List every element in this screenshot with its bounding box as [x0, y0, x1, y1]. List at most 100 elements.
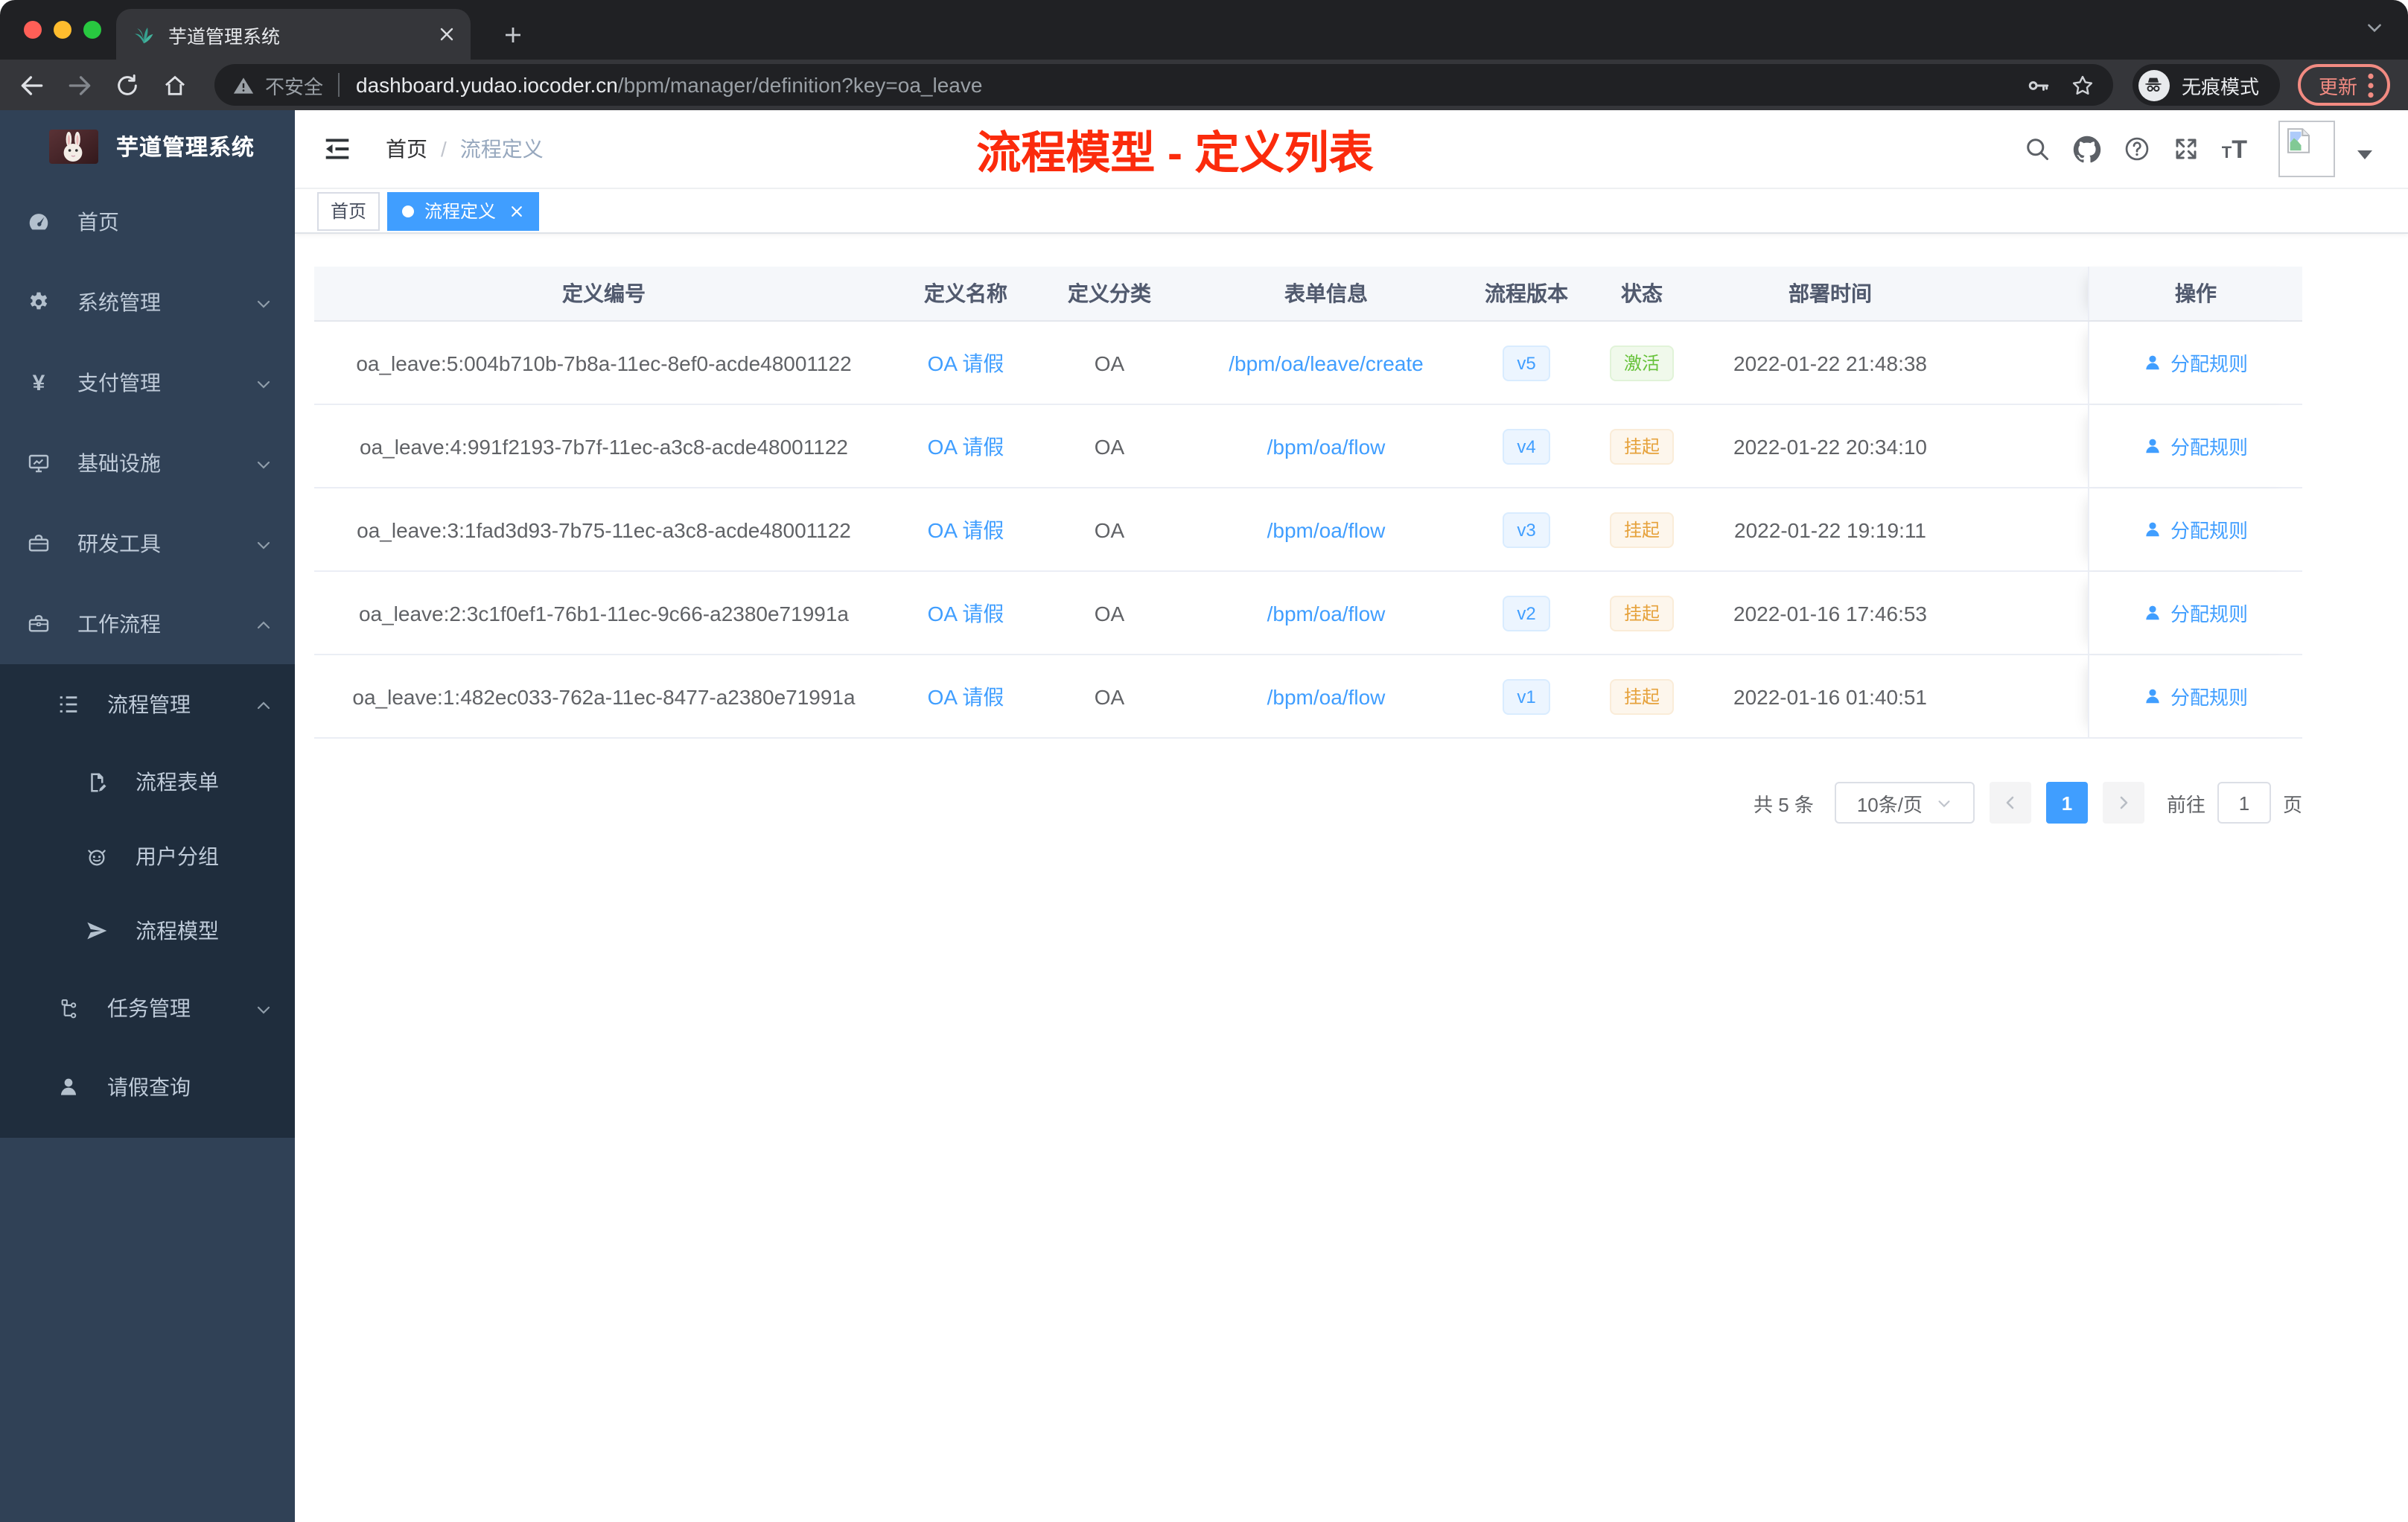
- sidebar-item-payment[interactable]: ¥ 支付管理: [0, 343, 295, 423]
- definition-id: oa_leave:3:1fad3d93-7b75-11ec-a3c8-acde4…: [357, 518, 851, 541]
- zoom-window-button[interactable]: [83, 21, 101, 39]
- version-badge: v1: [1502, 678, 1551, 714]
- chevron-down-icon: [1936, 795, 1952, 811]
- assign-rule-link[interactable]: 分配规则: [2144, 682, 2248, 710]
- forward-button[interactable]: [57, 63, 101, 107]
- goto-label: 前往: [2166, 793, 2205, 815]
- definition-category: OA: [1094, 518, 1125, 541]
- deploy-time: 2022-01-22 21:48:38: [1733, 351, 1927, 375]
- browser-menu-dots-icon[interactable]: [2368, 72, 2374, 98]
- monitor-icon: [27, 451, 51, 475]
- col-header-process-version: 流程版本: [1485, 281, 1568, 305]
- browser-update-button[interactable]: 更新: [2297, 64, 2390, 106]
- assign-rule-link[interactable]: 分配规则: [2144, 348, 2248, 377]
- new-tab-button[interactable]: [491, 13, 533, 55]
- address-bar[interactable]: 不安全 dashboard.yudao.iocoder.cn/bpm/manag…: [214, 64, 2113, 106]
- version-badge: v5: [1502, 345, 1551, 380]
- not-secure-warning-icon[interactable]: [232, 74, 255, 96]
- sidebar-item-task-management[interactable]: 任务管理: [0, 968, 295, 1048]
- org-tree-icon: [57, 997, 80, 1019]
- logo-rabbit-image: [49, 129, 98, 163]
- prev-page-button[interactable]: [1989, 782, 2031, 824]
- user-icon: [2147, 439, 2160, 453]
- close-window-button[interactable]: [24, 21, 42, 39]
- tag-home[interactable]: 首页: [317, 191, 380, 230]
- sidebar-item-user-group[interactable]: 用户分组: [0, 819, 295, 894]
- tab-search-chevron-icon[interactable]: [2365, 18, 2384, 45]
- user-icon: [2147, 689, 2160, 704]
- reload-button[interactable]: [104, 63, 149, 107]
- definition-name-link[interactable]: OA 请假: [928, 431, 1004, 461]
- definition-category: OA: [1094, 434, 1125, 458]
- form-info-link[interactable]: /bpm/oa/flow: [1267, 518, 1386, 541]
- workflow-submenu: 流程管理 流程表单 用户分组 流程模型 任务管理 请假查询: [0, 664, 295, 1138]
- assign-rule-link[interactable]: 分配规则: [2144, 432, 2248, 460]
- font-size-icon[interactable]: TT: [2222, 136, 2247, 162]
- tab-close-icon[interactable]: [438, 25, 456, 43]
- definition-id: oa_leave:4:991f2193-7b7f-11ec-a3c8-acde4…: [360, 434, 848, 458]
- definition-name-link[interactable]: OA 请假: [928, 598, 1004, 628]
- sidebar-item-process-management[interactable]: 流程管理: [0, 664, 295, 745]
- breadcrumb: 首页 / 流程定义: [386, 134, 544, 164]
- chevron-down-icon: [255, 535, 273, 558]
- github-icon[interactable]: [2073, 135, 2101, 163]
- page-size-select[interactable]: 10条/页: [1834, 782, 1975, 824]
- not-secure-label[interactable]: 不安全: [265, 71, 323, 99]
- help-question-icon[interactable]: [2124, 136, 2150, 162]
- assign-rule-link[interactable]: 分配规则: [2144, 599, 2248, 627]
- key-icon[interactable]: [2025, 72, 2051, 98]
- version-badge: v2: [1502, 595, 1551, 631]
- user-icon: [57, 1075, 80, 1099]
- table-row: oa_leave:5:004b710b-7b8a-11ec-8ef0-acde4…: [314, 322, 2302, 405]
- bookmark-star-icon[interactable]: [2070, 72, 2095, 98]
- chevron-up-icon: [255, 695, 273, 719]
- sidebar-item-process-model[interactable]: 流程模型: [0, 894, 295, 968]
- sidebar-item-infrastructure[interactable]: 基础设施: [0, 423, 295, 503]
- sidebar-item-process-form[interactable]: 流程表单: [0, 745, 295, 819]
- form-info-link[interactable]: /bpm/oa/flow: [1267, 601, 1386, 625]
- next-page-button[interactable]: [2102, 782, 2144, 824]
- definition-category: OA: [1094, 351, 1125, 375]
- yen-icon: ¥: [32, 370, 45, 395]
- status-badge: 挂起: [1610, 512, 1673, 547]
- tab-strip: 芋道管理系统: [0, 0, 2408, 60]
- avatar[interactable]: [2278, 121, 2335, 177]
- fullscreen-icon[interactable]: [2173, 136, 2200, 162]
- favicon-sprout-icon: [133, 23, 155, 45]
- deploy-time: 2022-01-16 17:46:53: [1733, 601, 1927, 625]
- col-header-form-info: 表单信息: [1284, 281, 1368, 305]
- definition-category: OA: [1094, 601, 1125, 625]
- sidebar-item-leave-query[interactable]: 请假查询: [0, 1048, 295, 1126]
- avatar-caret-icon[interactable]: [2357, 150, 2372, 166]
- search-icon[interactable]: [2024, 136, 2051, 162]
- sidebar-item-home[interactable]: 首页: [0, 182, 295, 262]
- tag-close-icon[interactable]: [509, 203, 524, 218]
- browser-tab[interactable]: 芋道管理系统: [116, 9, 471, 60]
- form-info-link[interactable]: /bpm/oa/leave/create: [1229, 351, 1424, 375]
- sidebar-item-devtools[interactable]: 研发工具: [0, 503, 295, 584]
- chevron-down-icon: [255, 999, 273, 1023]
- definition-table: 定义编号 定义名称 定义分类 表单信息 流程版本 状态 部署时间 操作 oa_l…: [314, 267, 2302, 739]
- top-navbar: 首页 / 流程定义 流程模型 - 定义列表 T T: [295, 110, 2408, 189]
- goto-page-input[interactable]: [2217, 782, 2271, 824]
- update-label[interactable]: 更新: [2319, 71, 2357, 99]
- deploy-time: 2022-01-16 01:40:51: [1733, 684, 1927, 708]
- sidebar-item-workflow[interactable]: 工作流程: [0, 584, 295, 664]
- home-button[interactable]: [152, 63, 197, 107]
- definition-name-link[interactable]: OA 请假: [928, 348, 1004, 378]
- url-text[interactable]: dashboard.yudao.iocoder.cn/bpm/manager/d…: [356, 73, 2007, 97]
- sidebar-collapse-icon[interactable]: [325, 137, 350, 161]
- page-number-button[interactable]: 1: [2045, 782, 2088, 824]
- form-info-link[interactable]: /bpm/oa/flow: [1267, 434, 1386, 458]
- definition-name-link[interactable]: OA 请假: [928, 515, 1004, 544]
- back-button[interactable]: [9, 63, 54, 107]
- tag-process-definition[interactable]: 流程定义: [387, 191, 540, 230]
- table-header-row: 定义编号 定义名称 定义分类 表单信息 流程版本 状态 部署时间 操作: [314, 267, 2302, 322]
- minimize-window-button[interactable]: [54, 21, 71, 39]
- sidebar-item-system[interactable]: 系统管理: [0, 262, 295, 343]
- app-logo: 芋道管理系统: [0, 110, 295, 182]
- breadcrumb-home[interactable]: 首页: [386, 134, 427, 164]
- form-info-link[interactable]: /bpm/oa/flow: [1267, 684, 1386, 708]
- assign-rule-link[interactable]: 分配规则: [2144, 515, 2248, 544]
- definition-name-link[interactable]: OA 请假: [928, 681, 1004, 711]
